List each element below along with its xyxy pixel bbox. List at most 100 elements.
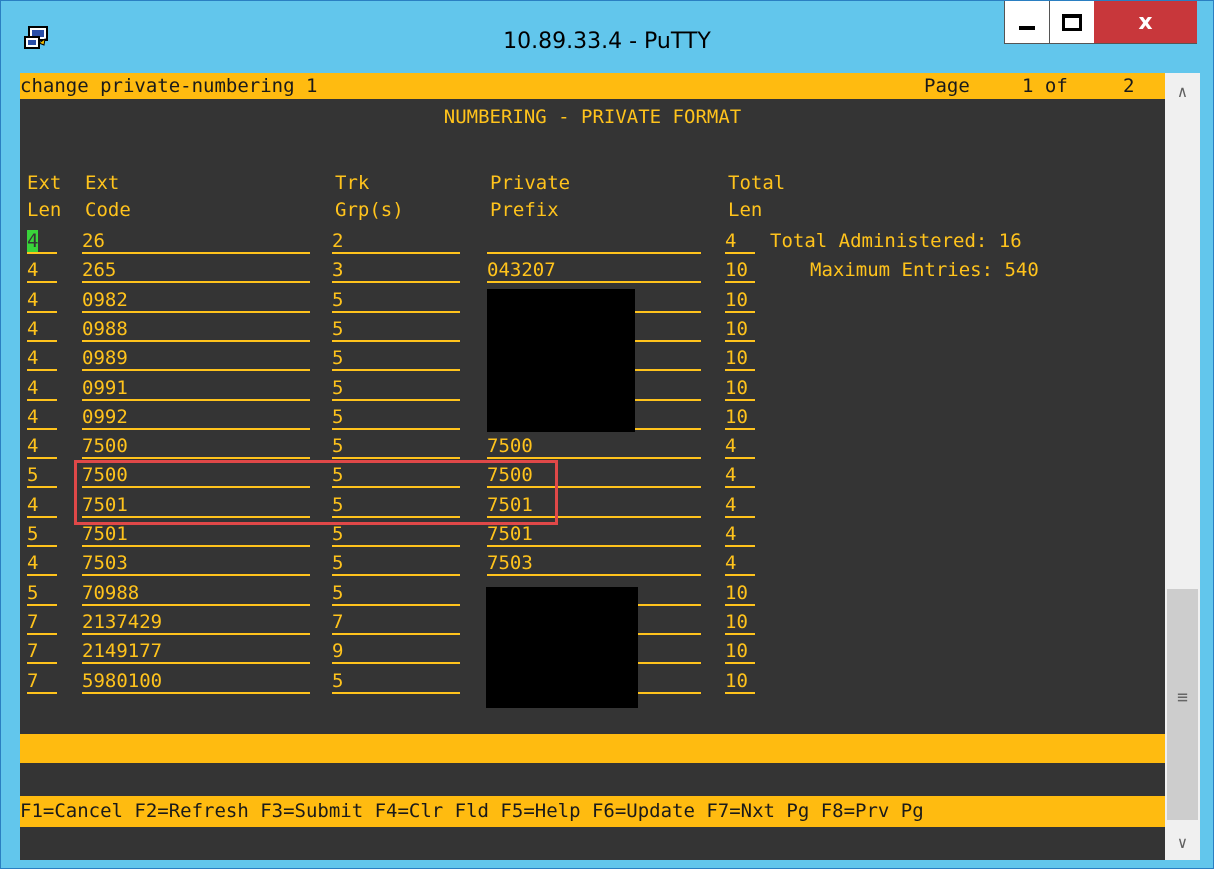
title-bar[interactable]: 10.89.33.4 - PuTTY x	[1, 1, 1213, 67]
maximize-button[interactable]	[1049, 1, 1094, 44]
ext-len-field[interactable]: 4	[27, 492, 57, 518]
ext-code-field[interactable]: 0989	[82, 345, 310, 371]
total-len-field[interactable]: 4	[725, 228, 755, 254]
trk-grp-field[interactable]: 5	[332, 668, 460, 694]
maximize-icon	[1062, 13, 1082, 31]
total-len-field[interactable]: 10	[725, 316, 755, 342]
trk-grp-field[interactable]: 5	[332, 433, 460, 459]
ext-code-field[interactable]: 70988	[82, 580, 310, 606]
ext-len-field[interactable]: 4	[27, 287, 57, 313]
total-len-field[interactable]: 4	[725, 433, 755, 459]
scrollbar-thumb[interactable]: ≡	[1167, 589, 1198, 820]
total-len-field[interactable]: 10	[725, 257, 755, 283]
ext-code-field[interactable]: 2149177	[82, 638, 310, 664]
ext-len-field[interactable]: 7	[27, 609, 57, 635]
col-total-line2: Len	[728, 199, 763, 221]
ext-len-field[interactable]: 4	[27, 375, 57, 401]
total-len-field[interactable]: 10	[725, 580, 755, 606]
maximum-entries: Maximum Entries: 540	[810, 259, 1039, 281]
total-administered: Total Administered: 16	[770, 230, 1022, 252]
total-len-field[interactable]: 10	[725, 287, 755, 313]
private-prefix-field[interactable]: 043207	[487, 257, 701, 283]
col-ext-len-line1: Ext	[27, 172, 62, 194]
ext-code-field[interactable]: 2137429	[82, 609, 310, 635]
page-total: 2	[1123, 75, 1135, 97]
total-len-field[interactable]: 10	[725, 668, 755, 694]
trk-grp-field[interactable]: 2	[332, 228, 460, 254]
total-len-field[interactable]: 4	[725, 492, 755, 518]
total-len-field[interactable]: 10	[725, 345, 755, 371]
function-key-bar: F1=Cancel F2=Refresh F3=Submit F4=Clr Fl…	[20, 796, 1165, 827]
scroll-up-button[interactable]: ∧	[1165, 73, 1200, 109]
trk-grp-field[interactable]: 5	[332, 580, 460, 606]
page-label: Page	[924, 75, 970, 97]
message-bar	[20, 734, 1165, 763]
trk-grp-field[interactable]: 5	[332, 287, 460, 313]
ext-code-field[interactable]: 0992	[82, 404, 310, 430]
trk-grp-field[interactable]: 9	[332, 638, 460, 664]
col-ext-code-line1: Ext	[85, 172, 120, 194]
trk-grp-field[interactable]: 5	[332, 375, 460, 401]
minimize-icon	[1019, 26, 1035, 30]
redaction-block	[486, 587, 638, 708]
ext-len-field[interactable]: 7	[27, 668, 57, 694]
ext-code-field[interactable]: 0982	[82, 287, 310, 313]
private-prefix-field[interactable]	[487, 228, 701, 254]
col-ext-code-line2: Code	[85, 199, 131, 221]
ext-len-field[interactable]: 4	[27, 550, 57, 576]
total-len-field[interactable]: 10	[725, 404, 755, 430]
chevron-down-icon: ∨	[1177, 832, 1188, 852]
scroll-down-button[interactable]: ∨	[1165, 824, 1200, 860]
ext-len-field[interactable]: 5	[27, 521, 57, 547]
total-len-field[interactable]: 4	[725, 550, 755, 576]
close-icon: x	[1138, 9, 1153, 35]
trk-grp-field[interactable]: 5	[332, 404, 460, 430]
col-ext-len-line2: Len	[27, 199, 62, 221]
ext-code-field[interactable]: 5980100	[82, 668, 310, 694]
ext-code-field[interactable]: 7500	[82, 433, 310, 459]
close-button[interactable]: x	[1094, 1, 1197, 44]
minimize-button[interactable]	[1004, 1, 1049, 44]
chevron-up-icon: ∧	[1177, 81, 1188, 101]
ext-len-field[interactable]: 4	[27, 404, 57, 430]
ext-code-field[interactable]: 7503	[82, 550, 310, 576]
col-trk-line1: Trk	[335, 172, 370, 194]
ext-code-field[interactable]: 0988	[82, 316, 310, 342]
ext-code-field[interactable]: 26	[82, 228, 310, 254]
ext-len-field[interactable]: 4	[27, 257, 57, 283]
total-len-field[interactable]: 10	[725, 375, 755, 401]
ext-code-field[interactable]: 265	[82, 257, 310, 283]
ext-len-field[interactable]: 5	[27, 462, 57, 488]
total-len-field[interactable]: 4	[725, 462, 755, 488]
total-len-field[interactable]: 4	[725, 521, 755, 547]
ext-len-field[interactable]: 4	[27, 228, 57, 254]
col-prefix-line1: Private	[490, 172, 571, 194]
ext-len-field[interactable]: 7	[27, 638, 57, 664]
private-prefix-field[interactable]: 7500	[487, 433, 701, 459]
text-cursor: 4	[27, 230, 39, 252]
trk-grp-field[interactable]: 5	[332, 316, 460, 342]
col-total-line1: Total	[728, 172, 786, 194]
vertical-scrollbar[interactable]: ∧ ≡ ∨	[1165, 73, 1200, 860]
trk-grp-field[interactable]: 5	[332, 345, 460, 371]
total-len-field[interactable]: 10	[725, 638, 755, 664]
highlight-annotation	[74, 460, 558, 525]
grip-icon: ≡	[1177, 687, 1188, 708]
col-trk-line2: Grp(s)	[335, 199, 404, 221]
terminal-screen[interactable]: change private-numbering 1 Page 1 of 2 N…	[20, 73, 1165, 860]
trk-grp-field[interactable]: 3	[332, 257, 460, 283]
command-text: change private-numbering 1	[20, 75, 318, 97]
col-prefix-line2: Prefix	[490, 199, 559, 221]
ext-len-field[interactable]: 4	[27, 345, 57, 371]
trk-grp-field[interactable]: 7	[332, 609, 460, 635]
ext-len-field[interactable]: 5	[27, 580, 57, 606]
putty-window: 10.89.33.4 - PuTTY x change private-numb…	[0, 0, 1214, 869]
ext-len-field[interactable]: 4	[27, 433, 57, 459]
ext-code-field[interactable]: 0991	[82, 375, 310, 401]
form-title: NUMBERING - PRIVATE FORMAT	[443, 106, 742, 128]
total-len-field[interactable]: 10	[725, 609, 755, 635]
private-prefix-field[interactable]: 7503	[487, 550, 701, 576]
trk-grp-field[interactable]: 5	[332, 550, 460, 576]
ext-len-field[interactable]: 4	[27, 316, 57, 342]
redaction-block	[487, 289, 635, 432]
